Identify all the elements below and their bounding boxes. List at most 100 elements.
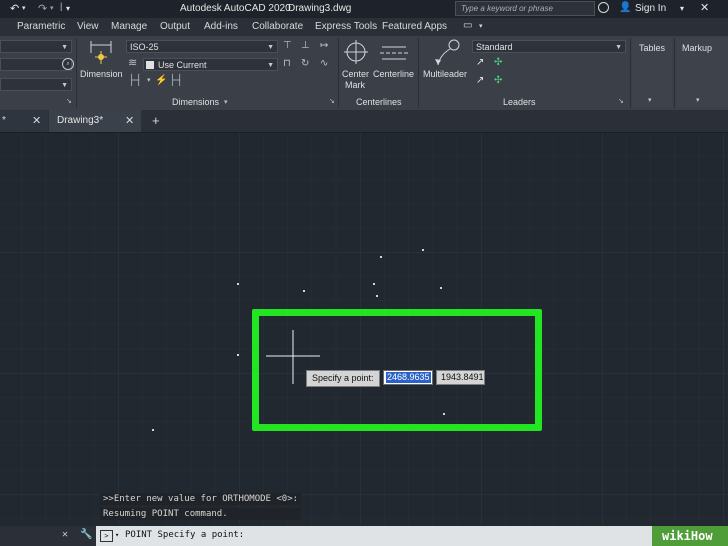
align-leader-icon[interactable]: ↗ — [476, 76, 484, 86]
find-text-icon[interactable]: ⌕ — [62, 58, 74, 70]
dimensions-panel-title[interactable]: Dimensions — [172, 97, 219, 107]
wikihow-watermark: wikiHow — [662, 529, 713, 543]
tab-collaborate[interactable]: Collaborate — [252, 21, 303, 32]
tables-expand-icon[interactable]: ▾ — [648, 96, 652, 104]
point-object[interactable] — [422, 249, 424, 251]
toggle-ribbon-icon[interactable]: ▭ — [463, 20, 472, 31]
panel-launcher-icon[interactable]: ↘ — [66, 97, 72, 107]
point-object[interactable] — [237, 283, 239, 285]
undo-dropdown-icon[interactable]: ▾ — [22, 4, 26, 12]
multileader-icon[interactable] — [432, 39, 460, 67]
point-object[interactable] — [237, 354, 239, 356]
dimensions-panel-expand-icon[interactable]: ▾ — [224, 98, 228, 108]
app-title: Autodesk AutoCAD 2020 — [180, 3, 291, 14]
collect-leader-icon[interactable]: ✣ — [494, 76, 502, 86]
tab-parametric[interactable]: Parametric — [17, 21, 65, 32]
redo-icon[interactable]: ↷ — [38, 2, 47, 15]
close-command-line-icon[interactable]: ✕ — [62, 529, 68, 540]
exchange-icon[interactable]: ✕ — [700, 1, 709, 14]
redo-dropdown-icon[interactable]: ▾ — [50, 4, 54, 12]
history-line: >>Enter new value for ORTHOMODE <0>: — [100, 493, 302, 505]
centerline-button[interactable]: Centerline — [373, 69, 414, 79]
dimension-icon[interactable] — [88, 39, 114, 67]
centerline-icon[interactable] — [380, 44, 408, 62]
left-combo-1[interactable]: ▼ — [0, 40, 72, 53]
qat-separator-icon: | — [60, 1, 63, 11]
dim-break-icon[interactable]: ├┤ — [169, 76, 183, 86]
centerlines-panel-title: Centerlines — [356, 97, 402, 107]
tab-manage[interactable]: Manage — [111, 21, 147, 32]
point-object[interactable] — [440, 287, 442, 289]
command-prompt-icon[interactable]: > — [100, 530, 113, 542]
search-input[interactable]: Type a keyword or phrase — [461, 4, 553, 13]
center-mark-label-2[interactable]: Mark — [345, 80, 365, 90]
point-object[interactable] — [152, 429, 154, 431]
dim-update-icon[interactable]: ↻ — [301, 59, 309, 69]
remove-leader-icon[interactable]: ✣ — [494, 58, 502, 68]
dim-baseline-dropdown-icon[interactable]: ▾ — [147, 76, 151, 86]
dim-jog-icon[interactable]: ∿ — [320, 59, 328, 69]
multileader-button[interactable]: Multileader — [423, 69, 467, 79]
ribbon-tabs: Parametric View Manage Output Add-ins Co… — [0, 18, 728, 36]
dim-continue-icon[interactable]: ⊤ — [283, 41, 292, 51]
add-leader-icon[interactable]: ↗ — [476, 58, 484, 68]
drawing-canvas[interactable]: Specify a point: 2468.9635 1943.8491 >>E… — [0, 133, 728, 525]
title-bar: ↶ ▾ ↷ ▾ | ▾ Autodesk AutoCAD 2020 Drawin… — [0, 0, 728, 18]
dim-layer-icon[interactable]: ≋ — [128, 58, 137, 69]
left-combo-3[interactable]: ▼ — [0, 78, 72, 91]
command-line[interactable]: ✕ 🔧 > ▾ POINT Specify a point: wikiHow — [0, 526, 728, 546]
leaders-launcher-icon[interactable]: ↘ — [618, 97, 624, 107]
markup-panel[interactable]: Markup ▾ — [676, 38, 728, 108]
close-tab-icon[interactable]: ✕ — [32, 114, 41, 127]
dim-inspect-icon[interactable]: ⊓ — [283, 59, 291, 69]
y-coordinate-field[interactable]: 1943.8491 — [436, 370, 485, 385]
file-name: Drawing3.dwg — [288, 3, 352, 14]
command-history: >>Enter new value for ORTHOMODE <0>: Res… — [100, 493, 302, 523]
sign-in-link[interactable]: Sign In — [635, 3, 666, 14]
undo-icon[interactable]: ↶ — [10, 2, 19, 15]
tab-featured-apps[interactable]: Featured Apps — [382, 21, 447, 32]
mleader-style-select[interactable]: Standard ▼ — [472, 40, 626, 53]
point-object[interactable] — [373, 283, 375, 285]
dim-quick-icon[interactable]: ⚡ — [155, 76, 167, 86]
center-mark-icon[interactable] — [344, 40, 368, 64]
tab-drawing3[interactable]: Drawing3* ✕ — [49, 110, 141, 132]
leaders-panel-title: Leaders — [503, 97, 536, 107]
recent-commands-icon[interactable]: ▾ — [115, 531, 119, 539]
tables-panel[interactable]: Tables ▾ — [632, 38, 672, 108]
new-tab-button[interactable]: + — [152, 113, 160, 128]
history-line: Resuming POINT command. — [100, 508, 302, 520]
tab-previous-drawing[interactable]: * ✕ — [0, 110, 48, 132]
search-box[interactable]: Type a keyword or phrase — [455, 1, 595, 16]
sign-in-dropdown-icon[interactable]: ▾ — [680, 4, 684, 13]
dimension-button[interactable]: Dimension — [80, 69, 123, 79]
dimensions-launcher-icon[interactable]: ↘ — [329, 97, 335, 107]
point-object[interactable] — [380, 256, 382, 258]
ribbon-options-icon[interactable]: ▾ — [479, 22, 483, 30]
point-object[interactable] — [376, 295, 378, 297]
tab-output[interactable]: Output — [160, 21, 190, 32]
tab-view[interactable]: View — [77, 21, 99, 32]
user-icon[interactable]: 👤 — [619, 2, 631, 13]
dim-layer-select[interactable]: Use Current ▼ — [143, 58, 278, 71]
point-object[interactable] — [303, 290, 305, 292]
center-mark-label-1[interactable]: Center — [342, 69, 369, 79]
tab-add-ins[interactable]: Add-ins — [204, 21, 238, 32]
layer-color-swatch — [146, 61, 154, 69]
ribbon: ▼ ⌕ ▼ ↘ Dimension ISO-25 ▼ ≋ Use Current ▼… — [0, 36, 728, 111]
dynamic-input-prompt: Specify a point: — [306, 370, 380, 387]
search-icon[interactable] — [598, 2, 609, 13]
dim-style-select[interactable]: ISO-25 ▼ — [126, 40, 278, 53]
qat-customize-icon[interactable]: ▾ — [66, 4, 70, 13]
dim-space-icon[interactable]: ⊥ — [301, 41, 310, 51]
markup-expand-icon[interactable]: ▾ — [696, 96, 700, 104]
customize-icon[interactable]: 🔧 — [80, 529, 92, 540]
tab-express-tools[interactable]: Express Tools — [315, 21, 377, 32]
close-tab-icon[interactable]: ✕ — [125, 114, 134, 127]
file-tabs: * ✕ Drawing3* ✕ + — [0, 110, 728, 133]
x-coordinate-value: 2468.9635 — [386, 372, 431, 383]
dim-baseline-icon[interactable]: ├┤ — [128, 76, 142, 86]
x-coordinate-field[interactable]: 2468.9635 — [383, 370, 433, 385]
command-input[interactable]: POINT Specify a point: — [125, 530, 244, 540]
dim-oblique-icon[interactable]: ↦ — [320, 41, 328, 51]
